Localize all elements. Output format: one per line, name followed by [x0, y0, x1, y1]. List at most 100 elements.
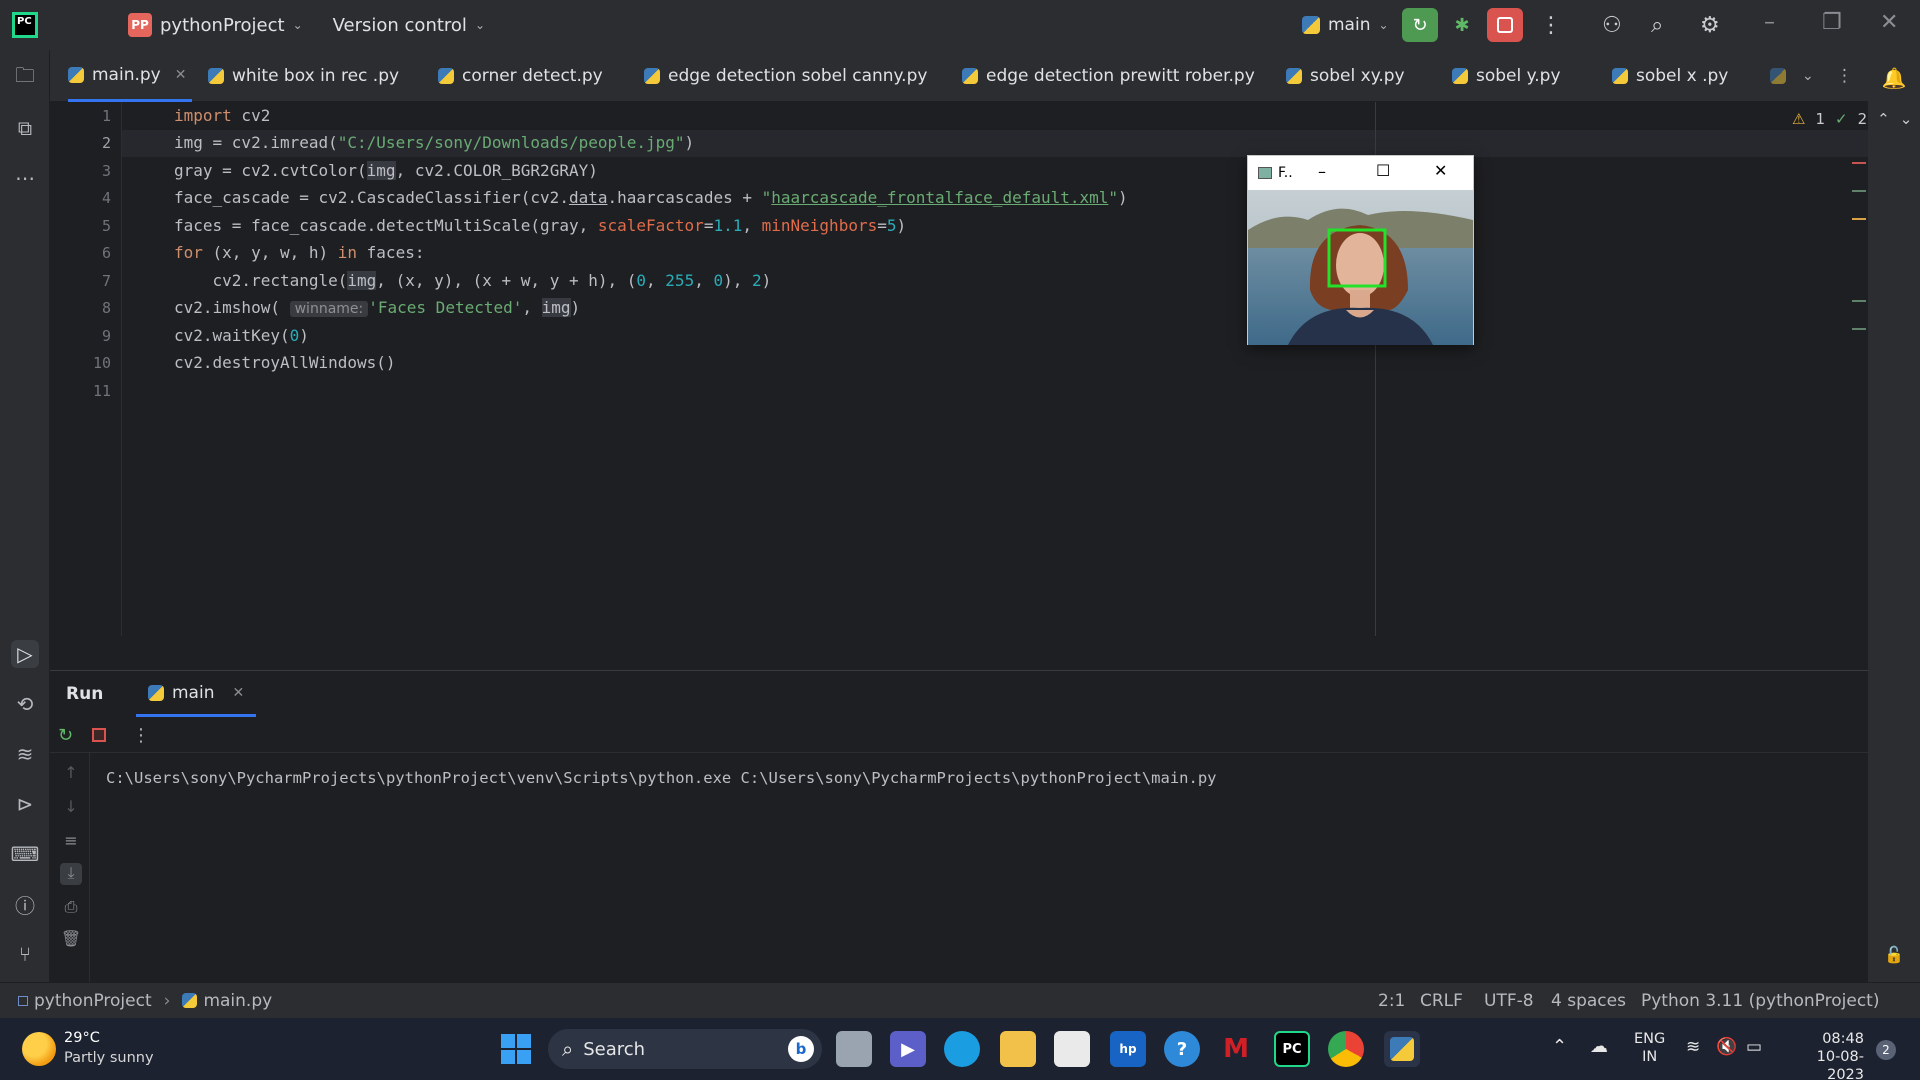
- breadcrumb-project[interactable]: pythonProject: [34, 991, 152, 1011]
- more-actions-icon[interactable]: ⋮: [1540, 13, 1562, 38]
- edge-browser-icon[interactable]: [944, 1031, 980, 1067]
- language-indicator[interactable]: ENG IN: [1634, 1030, 1665, 1066]
- run-config-selector[interactable]: main ⌄: [1302, 0, 1389, 50]
- tab-options-icon[interactable]: ⋮: [1836, 50, 1853, 102]
- services-icon[interactable]: ⊳: [11, 790, 39, 818]
- error-stripe-mark[interactable]: [1852, 162, 1866, 164]
- volume-muted-icon[interactable]: 🔇: [1716, 1038, 1737, 1056]
- problems-icon[interactable]: ⓘ: [11, 890, 39, 918]
- print-icon[interactable]: ⎙: [60, 897, 82, 919]
- tab-white-box[interactable]: white box in rec .py: [208, 50, 399, 102]
- down-arrow-icon[interactable]: ↓: [60, 797, 82, 819]
- tab-list-chevron-icon[interactable]: ⌄: [1802, 50, 1814, 102]
- tab-edge-sobel-canny[interactable]: edge detection sobel canny.py: [644, 50, 927, 102]
- chrome-icon[interactable]: [1328, 1031, 1364, 1067]
- trash-icon[interactable]: 🗑: [60, 929, 82, 951]
- inspection-widget[interactable]: ⚠ 1 ✓ 2 ⌃ ⌄: [1792, 110, 1912, 128]
- structure-icon[interactable]: ⧉: [11, 114, 39, 142]
- soft-wrap-icon[interactable]: ≡: [60, 831, 82, 853]
- up-arrow-icon[interactable]: ↑: [60, 763, 82, 785]
- tab-sobel-xy[interactable]: sobel xy.py: [1286, 50, 1405, 102]
- line-separator[interactable]: CRLF: [1420, 983, 1463, 1019]
- project-folder-icon[interactable]: 🗀: [11, 63, 39, 92]
- code-editor[interactable]: 1 2 3 4 5 6 7 8 9 10 11 import cv2 img =…: [50, 102, 1912, 636]
- project-badge[interactable]: PP: [128, 13, 152, 37]
- python-interpreter[interactable]: Python 3.11 (pythonProject): [1641, 983, 1879, 1019]
- chevron-down-icon[interactable]: ⌄: [293, 18, 303, 32]
- myhp-icon[interactable]: hp: [1110, 1031, 1146, 1067]
- tab-sobel-y[interactable]: sobel y.py: [1452, 50, 1561, 102]
- error-stripe-mark[interactable]: [1852, 218, 1866, 220]
- battery-icon[interactable]: ▭: [1746, 1038, 1762, 1056]
- search-icon[interactable]: ⌕: [1651, 13, 1663, 38]
- code-with-me-icon[interactable]: ⚇: [1602, 13, 1622, 38]
- terminal-icon[interactable]: ⌨: [11, 840, 40, 868]
- rerun-button[interactable]: ↻: [1402, 8, 1438, 42]
- restore-icon[interactable]: ❐: [1822, 10, 1842, 35]
- python-console-icon[interactable]: ⟲: [11, 690, 39, 718]
- run-tool-icon[interactable]: ▷: [11, 640, 39, 668]
- maximize-icon[interactable]: ☐: [1376, 161, 1390, 180]
- close-tab-icon[interactable]: ✕: [232, 685, 244, 701]
- file-explorer-icon[interactable]: [1000, 1031, 1036, 1067]
- stop-button[interactable]: [1487, 8, 1523, 42]
- stop-icon[interactable]: [92, 728, 106, 742]
- notification-badge[interactable]: 2: [1876, 1040, 1896, 1060]
- onedrive-icon[interactable]: ☁: [1590, 1038, 1608, 1056]
- run-tab-main[interactable]: main ✕: [136, 671, 257, 717]
- bing-icon[interactable]: b: [788, 1036, 814, 1062]
- close-tab-icon[interactable]: ✕: [175, 67, 187, 83]
- previous-highlight-icon[interactable]: ⌃: [1877, 110, 1890, 128]
- weather-desc[interactable]: Partly sunny: [64, 1050, 154, 1066]
- python-packages-icon[interactable]: ≋: [11, 740, 39, 768]
- breadcrumb-file[interactable]: main.py: [203, 991, 272, 1011]
- more-options-icon[interactable]: ⋮: [132, 725, 150, 746]
- more-tools-icon[interactable]: ⋯: [11, 164, 39, 192]
- more-tabs-python-icon[interactable]: [1770, 50, 1794, 102]
- notifications-bell-icon[interactable]: 🔔: [1880, 64, 1908, 92]
- windows-start-icon[interactable]: [498, 1031, 534, 1067]
- help-icon[interactable]: ?: [1164, 1031, 1200, 1067]
- git-icon[interactable]: ⑂: [11, 940, 39, 968]
- python-app-icon[interactable]: [1384, 1031, 1420, 1067]
- pycharm-taskbar-icon[interactable]: PC: [1274, 1031, 1310, 1067]
- code-line-10: cv2.destroyAllWindows(): [174, 353, 396, 372]
- console-output[interactable]: C:\Users\sony\PycharmProjects\pythonProj…: [106, 769, 1216, 787]
- main-menu-icon[interactable]: [72, 0, 94, 50]
- tab-main-py[interactable]: main.py ✕: [68, 50, 193, 102]
- teams-chat-icon[interactable]: ▶: [890, 1031, 926, 1067]
- taskbar-search[interactable]: ⌕ Search b: [548, 1029, 822, 1069]
- microsoft-store-icon[interactable]: [1054, 1031, 1090, 1067]
- caret-position[interactable]: 2:1: [1378, 983, 1405, 1019]
- weather-sun-icon[interactable]: [22, 1032, 56, 1066]
- read-only-lock-icon[interactable]: 🔓: [1880, 940, 1908, 968]
- tab-sobel-x[interactable]: sobel x .py: [1612, 50, 1728, 102]
- show-hidden-icons[interactable]: ⌃: [1552, 1038, 1567, 1056]
- window-title-bar[interactable]: F.. – ☐ ✕: [1248, 156, 1473, 190]
- close-icon[interactable]: ✕: [1880, 10, 1898, 35]
- tab-corner-detect[interactable]: corner detect.py: [438, 50, 603, 102]
- next-highlight-icon[interactable]: ⌄: [1900, 110, 1913, 128]
- rerun-icon[interactable]: ↻: [58, 725, 73, 746]
- settings-gear-icon[interactable]: ⚙: [1700, 13, 1720, 38]
- wifi-icon[interactable]: ≋: [1686, 1038, 1700, 1056]
- minimize-icon[interactable]: –: [1318, 162, 1326, 181]
- indent-setting[interactable]: 4 spaces: [1551, 983, 1626, 1019]
- error-stripe-mark[interactable]: [1852, 328, 1866, 330]
- task-view-icon[interactable]: [836, 1031, 872, 1067]
- file-encoding[interactable]: UTF-8: [1484, 983, 1534, 1019]
- weather-temp[interactable]: 29°C: [64, 1030, 100, 1046]
- error-stripe-mark[interactable]: [1852, 190, 1866, 192]
- faces-detected-window[interactable]: F.. – ☐ ✕: [1247, 155, 1474, 345]
- clock[interactable]: 08:48 10-08-2023: [1782, 1030, 1864, 1080]
- debug-button[interactable]: ✱: [1444, 8, 1480, 42]
- error-stripe-mark[interactable]: [1852, 300, 1866, 302]
- close-icon[interactable]: ✕: [1434, 161, 1447, 180]
- mcafee-icon[interactable]: M: [1218, 1031, 1254, 1067]
- chevron-down-icon[interactable]: ⌄: [475, 18, 485, 32]
- minimize-icon[interactable]: –: [1764, 10, 1775, 35]
- project-name[interactable]: pythonProject: [160, 15, 285, 36]
- scroll-to-end-icon[interactable]: ⤓: [60, 863, 82, 885]
- tab-edge-prewitt[interactable]: edge detection prewitt rober.py: [962, 50, 1255, 102]
- version-control-menu[interactable]: Version control: [333, 15, 467, 36]
